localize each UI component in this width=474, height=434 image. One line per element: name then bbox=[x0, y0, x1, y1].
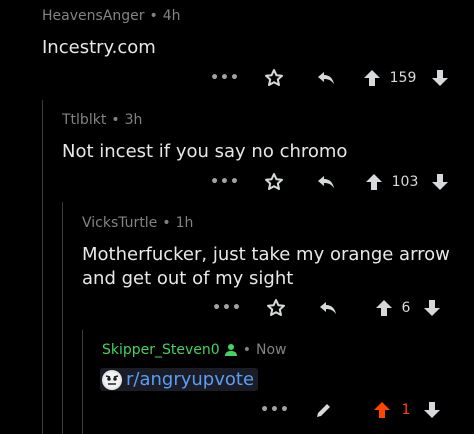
meta-separator: • bbox=[242, 342, 251, 358]
subreddit-avatar-icon bbox=[102, 369, 122, 390]
award-icon[interactable] bbox=[262, 66, 286, 90]
meta-separator: • bbox=[162, 215, 171, 231]
comment-author[interactable]: Skipper_Steven0 bbox=[102, 342, 220, 358]
comment-actions: ••• 1 bbox=[0, 398, 474, 422]
vote-score: 6 bbox=[401, 300, 411, 316]
comment-time: 3h bbox=[124, 112, 143, 128]
comment-actions: ••• 159 bbox=[0, 66, 474, 90]
vote-score: 159 bbox=[389, 70, 417, 86]
subreddit-link-text[interactable]: r/angryupvote bbox=[126, 369, 254, 390]
comment-author[interactable]: VicksTurtle bbox=[82, 215, 157, 231]
upvote-arrow-icon[interactable] bbox=[362, 66, 382, 90]
thread-line[interactable] bbox=[42, 100, 43, 434]
vote-score: 103 bbox=[391, 174, 419, 190]
comment-author[interactable]: Ttlblkt bbox=[62, 112, 106, 128]
comment-meta: Skipper_Steven0 • Now bbox=[102, 342, 286, 358]
upvote-arrow-icon[interactable] bbox=[372, 398, 392, 422]
more-icon[interactable]: ••• bbox=[260, 398, 289, 422]
downvote-arrow-icon[interactable] bbox=[422, 296, 442, 320]
comment-time: 4h bbox=[162, 8, 181, 24]
vote-score: 1 bbox=[401, 402, 411, 418]
edit-icon[interactable] bbox=[312, 398, 336, 422]
upvote-arrow-icon[interactable] bbox=[374, 296, 394, 320]
downvote-arrow-icon[interactable] bbox=[430, 170, 450, 194]
upvote-arrow-icon[interactable] bbox=[364, 170, 384, 194]
comment-time: 1h bbox=[175, 215, 194, 231]
reply-icon[interactable] bbox=[314, 66, 338, 90]
downvote-arrow-icon[interactable] bbox=[422, 398, 442, 422]
more-icon[interactable]: ••• bbox=[210, 170, 239, 194]
comment-actions: ••• 103 bbox=[0, 170, 474, 194]
comment-meta: HeavensAnger • 4h bbox=[42, 8, 181, 24]
comment-author[interactable]: HeavensAnger bbox=[42, 8, 145, 24]
comment-meta: Ttlblkt • 3h bbox=[62, 112, 142, 128]
subreddit-link[interactable]: r/angryupvote bbox=[100, 368, 259, 391]
award-icon[interactable] bbox=[264, 296, 288, 320]
comment-meta: VicksTurtle • 1h bbox=[82, 215, 193, 231]
award-icon[interactable] bbox=[262, 170, 286, 194]
comment-body: Motherfucker, just take my orange arrow … bbox=[82, 243, 450, 291]
more-icon[interactable]: ••• bbox=[212, 296, 241, 320]
meta-separator: • bbox=[111, 112, 120, 128]
reply-icon[interactable] bbox=[316, 296, 340, 320]
reply-icon[interactable] bbox=[314, 170, 338, 194]
comment-actions: ••• 6 bbox=[0, 296, 474, 320]
comment-body-line: and get out of my sight bbox=[82, 268, 294, 289]
comment-body: Incestry.com bbox=[42, 37, 156, 58]
comment-body: Not incest if you say no chromo bbox=[62, 141, 348, 162]
comment-body-line: Motherfucker, just take my orange arrow bbox=[82, 244, 450, 265]
user-icon bbox=[224, 343, 238, 357]
downvote-arrow-icon[interactable] bbox=[430, 66, 450, 90]
comment-time: Now bbox=[255, 342, 287, 358]
meta-separator: • bbox=[149, 8, 158, 24]
more-icon[interactable]: ••• bbox=[210, 66, 239, 90]
